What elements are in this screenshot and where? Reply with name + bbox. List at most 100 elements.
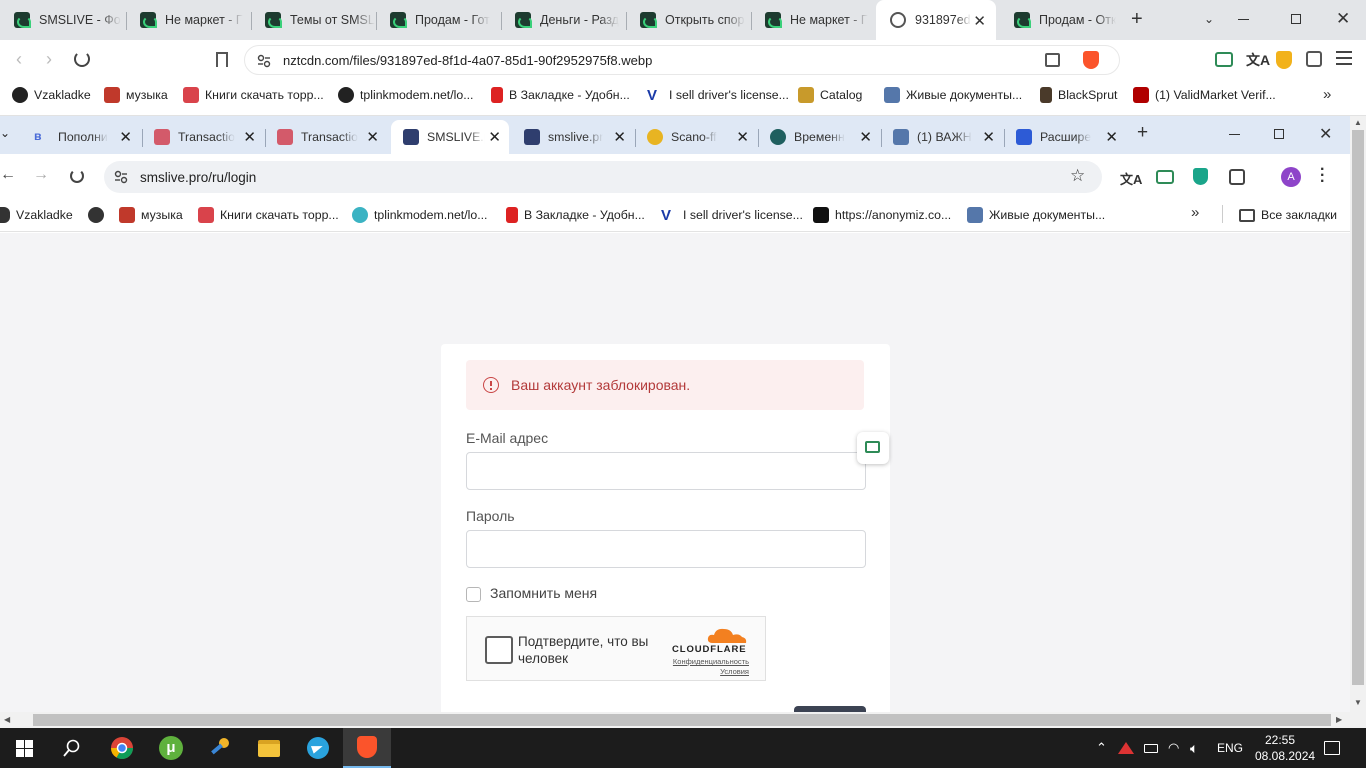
- share-icon[interactable]: [1045, 53, 1060, 67]
- bookmark-item[interactable]: Живые документы...: [967, 200, 1105, 230]
- restore-button[interactable]: [1274, 129, 1284, 139]
- close-tab-icon[interactable]: ✕: [243, 128, 256, 146]
- vertical-scroll-thumb[interactable]: [1352, 130, 1364, 685]
- extensions-puzzle-icon[interactable]: [1229, 169, 1245, 185]
- close-window-button[interactable]: ✕: [1336, 9, 1350, 29]
- outer-tab[interactable]: Темы от SMSL: [251, 0, 376, 40]
- start-button[interactable]: [0, 728, 48, 768]
- brave-taskbar-icon[interactable]: [343, 728, 391, 768]
- reload-icon[interactable]: [74, 51, 90, 67]
- language-indicator[interactable]: ENG: [1217, 728, 1243, 768]
- inner-tab[interactable]: Transactio ✕: [265, 120, 387, 154]
- outer-tab[interactable]: Продам - Гот: [376, 0, 501, 40]
- bookmark-item[interactable]: tplinkmodem.net/lo...: [338, 80, 473, 110]
- outer-tab[interactable]: Деньги - Разд: [501, 0, 626, 40]
- telegram-icon[interactable]: [294, 728, 342, 768]
- more-bookmarks-chevron-icon[interactable]: »: [1191, 204, 1199, 221]
- translate-icon[interactable]: 文A: [1246, 50, 1270, 70]
- inner-tab[interactable]: smslive.pr ✕: [512, 120, 634, 154]
- reload-icon[interactable]: [70, 169, 84, 183]
- keys-app-icon[interactable]: [196, 728, 244, 768]
- chrome-taskbar-icon[interactable]: [98, 728, 146, 768]
- horizontal-scrollbar[interactable]: ◀ ▶: [0, 712, 1366, 728]
- bookmark-item[interactable]: VI sell driver's license...: [647, 80, 789, 110]
- bookmark-item[interactable]: [88, 200, 104, 230]
- back-icon[interactable]: ‹: [16, 49, 22, 70]
- captcha-checkbox[interactable]: [485, 636, 513, 664]
- bookmark-item[interactable]: Vzakladke: [12, 80, 91, 110]
- vertical-scrollbar[interactable]: ▲ ▼: [1350, 116, 1366, 712]
- back-icon[interactable]: ←: [0, 166, 16, 184]
- close-tab-icon[interactable]: ✕: [613, 128, 626, 146]
- outer-tab-active[interactable]: 931897ed ✕: [876, 0, 996, 40]
- close-tab-icon[interactable]: ✕: [1105, 128, 1118, 146]
- battery-icon[interactable]: [1144, 728, 1158, 768]
- close-tab-icon[interactable]: ✕: [982, 128, 995, 146]
- scroll-right-arrow-icon[interactable]: ▶: [1336, 715, 1342, 724]
- privacy-link[interactable]: Конфиденциальность: [673, 657, 749, 666]
- close-window-button[interactable]: ✕: [1319, 124, 1332, 144]
- wallet-extension-icon[interactable]: [1156, 170, 1174, 184]
- bookmark-item[interactable]: Catalog: [798, 80, 862, 110]
- notifications-icon[interactable]: [1324, 728, 1340, 768]
- minimize-button[interactable]: [1238, 19, 1249, 20]
- file-explorer-icon[interactable]: [245, 728, 293, 768]
- remember-me-checkbox[interactable]: [466, 587, 481, 602]
- minimize-button[interactable]: [1229, 134, 1240, 135]
- search-icon[interactable]: [48, 728, 96, 768]
- horizontal-scroll-thumb[interactable]: [33, 714, 1331, 726]
- close-tab-icon[interactable]: ✕: [366, 128, 379, 146]
- bookmark-item[interactable]: https://anonymiz.co...: [813, 200, 951, 230]
- close-tab-icon[interactable]: ✕: [859, 128, 872, 146]
- tab-search-chevron-icon[interactable]: ⌄: [1204, 12, 1214, 26]
- close-tab-icon[interactable]: ✕: [973, 12, 986, 30]
- profile-avatar[interactable]: A: [1281, 167, 1301, 187]
- new-tab-button[interactable]: +: [1131, 8, 1143, 31]
- all-bookmarks-button[interactable]: Все закладки: [1239, 200, 1337, 230]
- outer-tab[interactable]: Не маркет - Г: [126, 0, 251, 40]
- translate-icon[interactable]: 文A: [1120, 169, 1142, 188]
- inner-tab[interactable]: Расшире ✕: [1004, 120, 1126, 154]
- menu-kebab-icon[interactable]: · · ·: [1320, 162, 1325, 190]
- close-tab-icon[interactable]: ✕: [119, 128, 132, 146]
- utorrent-icon[interactable]: μ: [147, 728, 195, 768]
- menu-icon[interactable]: [1336, 51, 1352, 65]
- bookmark-item[interactable]: (1) ValidMarket Verif...: [1133, 80, 1276, 110]
- outer-tab[interactable]: SMSLIVE - Фо: [0, 0, 126, 40]
- close-tab-icon[interactable]: ✕: [736, 128, 749, 146]
- terms-link[interactable]: Условия: [720, 667, 749, 676]
- outer-tab[interactable]: Не маркет - Г: [751, 0, 876, 40]
- tab-list-chevron-icon[interactable]: ⌄: [0, 126, 10, 140]
- more-bookmarks-chevron-icon[interactable]: »: [1323, 86, 1331, 103]
- outer-tab[interactable]: Открыть спор: [626, 0, 751, 40]
- extension-overlay-button[interactable]: [857, 432, 889, 464]
- brave-shields-icon[interactable]: [1083, 51, 1099, 69]
- bookmark-item[interactable]: tplinkmodem.net/lo...: [352, 200, 487, 230]
- tray-app-icon[interactable]: [1118, 728, 1134, 768]
- restore-button[interactable]: [1291, 14, 1301, 24]
- shield-extension-icon[interactable]: [1193, 168, 1208, 185]
- bookmark-item[interactable]: Vzakladke: [0, 200, 73, 230]
- extensions-puzzle-icon[interactable]: [1306, 51, 1322, 67]
- bookmark-item[interactable]: VI sell driver's license...: [661, 200, 803, 230]
- bookmark-item[interactable]: музыка: [119, 200, 183, 230]
- volume-icon[interactable]: 🔈︎: [1190, 728, 1198, 768]
- new-tab-button[interactable]: +: [1137, 122, 1148, 144]
- wifi-icon[interactable]: ◠: [1168, 728, 1179, 768]
- password-field[interactable]: [466, 530, 866, 568]
- scroll-down-arrow-icon[interactable]: ▼: [1354, 698, 1362, 707]
- inner-tab-active[interactable]: SMSLIVE.p ✕: [391, 120, 509, 154]
- site-settings-icon[interactable]: [114, 170, 128, 184]
- outer-tab[interactable]: Продам - Отк: [1000, 0, 1122, 40]
- site-settings-icon[interactable]: [257, 54, 271, 68]
- tray-overflow-icon[interactable]: ⌃: [1096, 728, 1107, 768]
- bookmark-item[interactable]: В Закладке - Удобн...: [491, 80, 630, 110]
- bookmark-page-icon[interactable]: [216, 52, 228, 67]
- close-tab-icon[interactable]: ✕: [488, 128, 501, 146]
- outer-address-bar[interactable]: nztcdn.com/files/931897ed-8f1d-4a07-85d1…: [244, 45, 1120, 75]
- remember-me-label[interactable]: Запомнить меня: [490, 585, 597, 601]
- vpn-shield-icon[interactable]: [1276, 51, 1292, 69]
- bookmark-item[interactable]: Живые документы...: [884, 80, 1022, 110]
- inner-tab[interactable]: Временн ✕: [758, 120, 880, 154]
- scroll-up-arrow-icon[interactable]: ▲: [1354, 118, 1362, 127]
